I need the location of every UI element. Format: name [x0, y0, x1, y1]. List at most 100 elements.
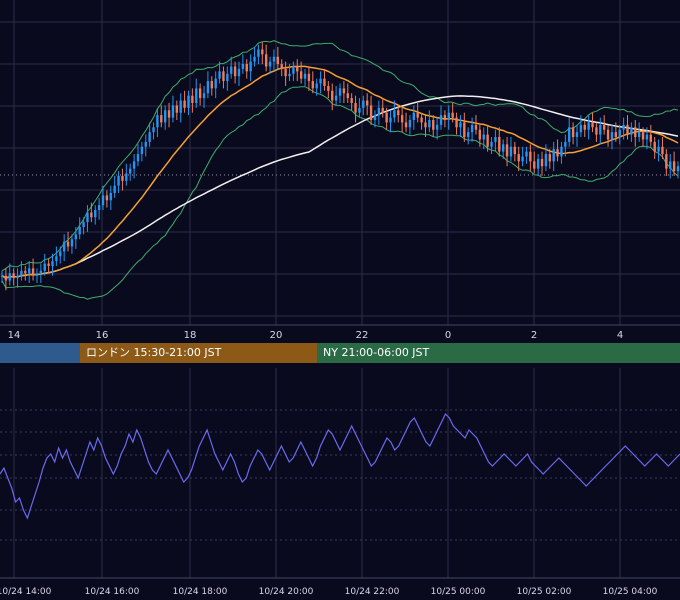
- candle-body: [342, 88, 346, 94]
- candle-body: [575, 132, 579, 138]
- x-tick-label-top: 20: [270, 330, 283, 341]
- candle-body: [540, 158, 544, 167]
- candle-body: [303, 73, 307, 79]
- candle-body: [132, 161, 136, 169]
- candle-body: [323, 78, 326, 86]
- candle-body: [408, 120, 412, 128]
- candle-body: [70, 239, 74, 247]
- candle-body: [517, 154, 520, 162]
- candle-body: [338, 88, 342, 96]
- candle-body: [121, 175, 124, 181]
- candle-body: [536, 158, 540, 169]
- candle-body: [498, 137, 501, 152]
- candle-body: [571, 127, 575, 138]
- candle-body: [296, 66, 299, 72]
- candle-body: [564, 141, 567, 147]
- x-tick-label-bottom: 10/24 22:00: [345, 587, 400, 597]
- candle-body: [202, 93, 206, 99]
- candle-body: [94, 210, 97, 218]
- session-london: ロンドン 15:30-21:00 JST: [80, 343, 317, 363]
- candle-body: [649, 134, 653, 142]
- candle-body: [470, 124, 474, 133]
- candle-body: [556, 149, 559, 157]
- candle-body: [334, 95, 338, 101]
- x-tick-label-top: 2: [531, 330, 537, 341]
- candle-body: [358, 107, 361, 113]
- x-tick-label-bottom: 10/25 04:00: [603, 587, 658, 597]
- candle-body: [676, 166, 680, 172]
- candle-body: [548, 154, 551, 162]
- candle-body: [626, 124, 629, 135]
- candle-body: [369, 105, 373, 120]
- candle-body: [16, 275, 19, 279]
- candle-body: [657, 146, 660, 152]
- candle-body: [206, 81, 210, 94]
- candle-body: [20, 270, 23, 276]
- candle-body: [222, 71, 225, 82]
- chart-window: 14 16 18 20 22 0 2 4 10/24 14:00 10/24 16:00 10/24…: [0, 0, 680, 600]
- candle-body: [66, 241, 70, 247]
- candle-body: [400, 115, 404, 123]
- candle-body: [552, 149, 555, 162]
- candle-body: [602, 124, 606, 130]
- axis-ticks: 14 16 18 20 22 0 2 4 10/24 14:00 10/24 16:00 10/24…: [0, 330, 658, 597]
- candle-body: [179, 100, 182, 113]
- candle-body: [435, 124, 439, 130]
- candle-body: [218, 71, 221, 79]
- x-tick-label-bottom: 10/24 20:00: [259, 587, 314, 597]
- candle-body: [62, 241, 66, 252]
- candle-body: [412, 112, 416, 120]
- bollinger-bands: [1, 40, 679, 300]
- candle-body: [331, 90, 334, 101]
- candle-body: [241, 64, 245, 69]
- candle-body: [354, 102, 357, 113]
- candle-body: [661, 146, 664, 155]
- candle-body: [272, 56, 276, 62]
- candle-body: [311, 81, 315, 89]
- chart-canvas[interactable]: 14 16 18 20 22 0 2 4 10/24 14:00 10/24 16:00 10/24…: [0, 0, 680, 600]
- candle-body: [362, 100, 365, 108]
- candle-body: [451, 112, 454, 118]
- candle-body: [140, 146, 144, 155]
- candle-body: [97, 205, 101, 210]
- candle-body: [393, 110, 396, 118]
- candle-body: [385, 112, 388, 123]
- candle-body: [152, 127, 155, 133]
- x-tick-label-bottom: 10/25 00:00: [431, 587, 486, 597]
- candle-body: [606, 129, 610, 140]
- candle-body: [346, 93, 349, 99]
- candle-body: [78, 227, 81, 235]
- candle-body: [187, 95, 190, 108]
- candle-body: [641, 132, 645, 140]
- candle-body: [505, 144, 509, 157]
- x-tick-label-bottom: 10/24 18:00: [173, 587, 228, 597]
- candle-body: [665, 154, 668, 169]
- candle-body: [51, 261, 54, 266]
- x-tick-label-bottom: 10/24 16:00: [85, 587, 140, 597]
- candle-body: [191, 95, 194, 103]
- candle-body: [482, 134, 485, 140]
- candlesticks: [0, 42, 680, 291]
- candle-body: [447, 112, 450, 120]
- candle-body: [167, 110, 171, 118]
- candle-body: [424, 122, 427, 128]
- candle-body: [163, 110, 167, 123]
- candle-body: [280, 64, 283, 69]
- x-tick-label-top: 18: [184, 330, 197, 341]
- candle-body: [230, 66, 233, 74]
- candle-body: [129, 168, 132, 174]
- candle-body: [237, 68, 241, 77]
- candle-body: [501, 144, 505, 152]
- candle-body: [125, 173, 128, 181]
- candle-body: [525, 151, 528, 157]
- candle-body: [474, 124, 478, 130]
- candle-body: [117, 175, 120, 186]
- candle-body: [276, 56, 280, 65]
- candle-body: [459, 122, 462, 128]
- candle-body: [12, 273, 15, 279]
- candle-body: [672, 161, 676, 172]
- candle-body: [284, 68, 287, 77]
- candle-body: [634, 127, 637, 138]
- candle-body: [373, 115, 377, 120]
- candle-body: [529, 151, 532, 162]
